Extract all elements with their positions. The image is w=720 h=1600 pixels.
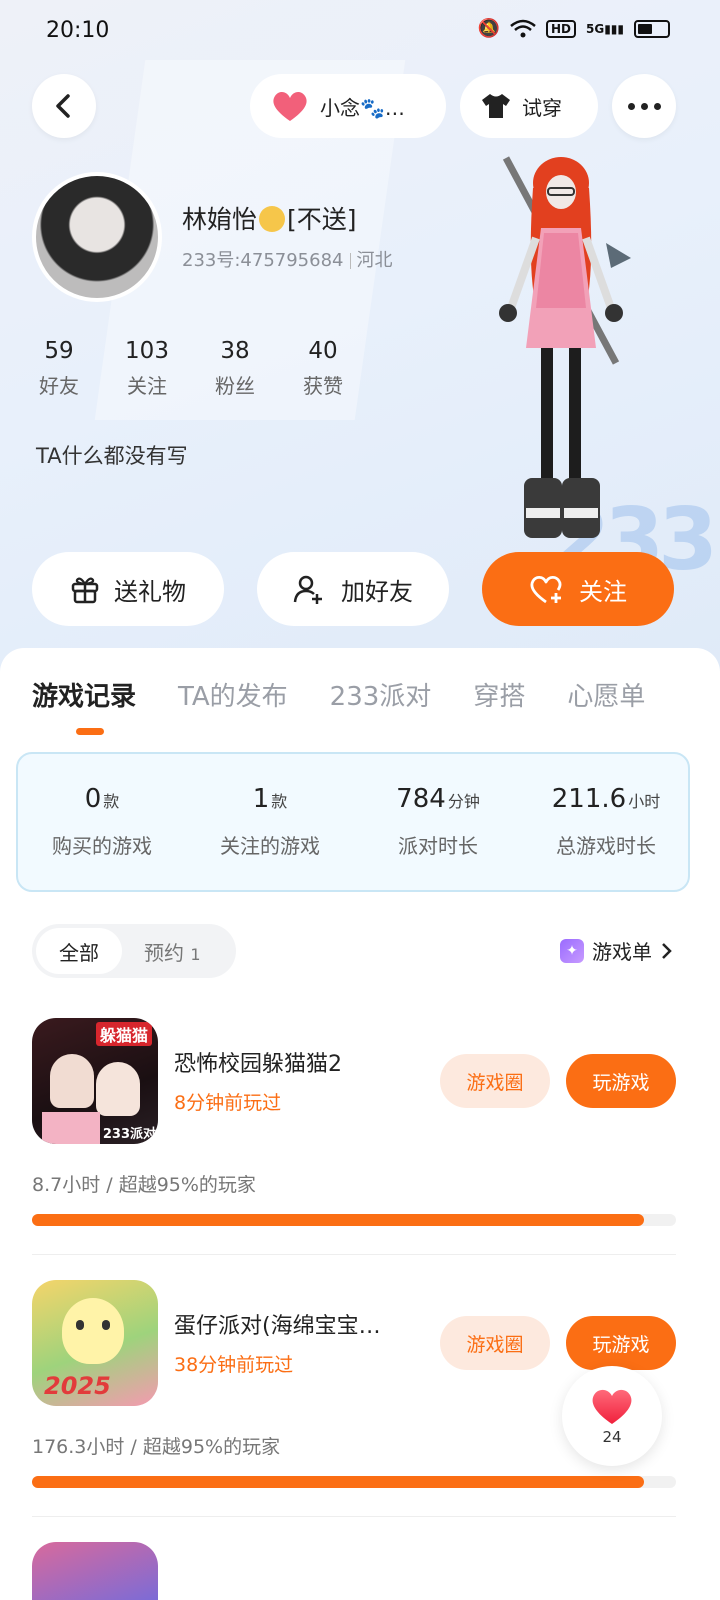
profile-region: 河北 — [356, 250, 393, 271]
chevron-right-icon — [662, 942, 672, 959]
game-title: 恐怖校园躲猫猫2 — [174, 1052, 342, 1077]
tshirt-icon — [482, 94, 510, 118]
tab-indicator — [76, 728, 104, 735]
filter-all[interactable]: 全部 — [36, 928, 122, 974]
try-on-label: 试穿 — [522, 95, 562, 120]
status-time: 20:10 — [46, 18, 110, 43]
avatar-character — [499, 156, 631, 538]
game-circle-button[interactable]: 游戏圈 — [440, 1316, 550, 1370]
signal-icon: 5G▮▮▮ — [585, 21, 624, 36]
status-bar: 20:10 🔕 HD 5G▮▮▮ — [0, 0, 720, 64]
game-list-label: 游戏单 — [592, 940, 652, 964]
game-summary-card: 0款 购买的游戏 1款 关注的游戏 784 分钟 派对时长 211.6 小时 总游戏… — [16, 752, 690, 892]
companion-label: 小念🐾… — [320, 95, 405, 120]
follow-button[interactable]: 关注 — [482, 552, 674, 626]
try-on-button[interactable]: 试穿 — [460, 74, 598, 138]
game-circle-button[interactable]: 游戏圈 — [440, 1054, 550, 1108]
game-thumbnail[interactable]: 躲猫猫 233派对 — [32, 1018, 158, 1144]
follow-label: 关注 — [579, 577, 627, 606]
game-hours: 176.3小时 / 超越95%的玩家 — [32, 1436, 281, 1458]
summary-purchased[interactable]: 0款 购买的游戏 — [18, 784, 186, 859]
add-friend-button[interactable]: 加好友 — [257, 552, 449, 626]
game-filter: 全部 预约 1 — [32, 924, 236, 978]
summary-followed[interactable]: 1款 关注的游戏 — [186, 784, 354, 859]
profile-id-region: 233号:475795684 河北 — [182, 246, 393, 272]
thumb-title-text: 躲猫猫 — [95, 1022, 152, 1046]
wifi-icon — [510, 19, 536, 37]
game-title: 蛋仔派对(海绵宝宝… — [174, 1314, 381, 1339]
heart-plus-icon — [530, 575, 562, 604]
tab-posts[interactable]: TA的发布 — [178, 676, 288, 713]
profile-bio: TA什么都没有写 — [36, 444, 188, 468]
unamused-emoji-icon — [259, 206, 286, 232]
companion-button[interactable]: 小念🐾… — [250, 74, 446, 138]
sparkle-icon: ✦ — [560, 938, 584, 963]
floating-like-button[interactable]: 24 — [562, 1366, 662, 1466]
game-progress-fill — [32, 1476, 644, 1488]
tab-party[interactable]: 233派对 — [330, 676, 432, 713]
send-gift-button[interactable]: 送礼物 — [32, 552, 224, 626]
game-thumbnail[interactable]: 2025 — [32, 1280, 158, 1406]
chevron-left-icon — [56, 94, 70, 118]
game-progress-bar — [32, 1476, 676, 1488]
game-hours: 8.7小时 / 超越95%的玩家 — [32, 1174, 256, 1196]
profile-name-suffix: [不送] — [287, 205, 357, 234]
summary-party-time[interactable]: 784 分钟 派对时长 — [354, 784, 522, 859]
summary-total-time[interactable]: 211.6 小时 总游戏时长 — [522, 784, 690, 859]
status-icons: 🔕 HD 5G▮▮▮ — [478, 18, 670, 39]
avatar[interactable] — [32, 172, 162, 302]
profile-name-text: 林姢怡 — [182, 205, 258, 234]
gift-icon — [71, 577, 99, 604]
like-count: 24 — [602, 1428, 622, 1446]
thumb-year-text: 2025 — [44, 1372, 111, 1400]
mute-icon: 🔕 — [477, 18, 500, 39]
hd-icon: HD — [545, 19, 576, 38]
divider — [32, 1254, 676, 1255]
add-friend-label: 加好友 — [341, 577, 413, 606]
game-item[interactable]: 躲猫猫 233派对 恐怖校园躲猫猫2 8分钟前玩过 游戏圈 玩游戏 8.7小时 … — [32, 1018, 680, 1248]
profile-id: 233号:475795684 — [182, 250, 344, 271]
divider — [32, 1516, 676, 1517]
more-dots-icon — [627, 102, 635, 110]
more-button[interactable] — [612, 74, 676, 138]
heart-icon — [592, 1389, 632, 1424]
tab-bar: 游戏记录 TA的发布 233派对 穿搭 心愿单 — [32, 676, 645, 713]
game-progress-bar — [32, 1214, 676, 1226]
game-last-played: 8分钟前玩过 — [174, 1092, 282, 1114]
tab-wishlist[interactable]: 心愿单 — [567, 676, 645, 713]
game-last-played: 38分钟前玩过 — [174, 1354, 294, 1376]
heart-icon — [273, 92, 307, 121]
stat-fans[interactable]: 38 粉丝 — [200, 338, 270, 399]
game-progress-fill — [32, 1214, 644, 1226]
stat-following[interactable]: 103 关注 — [112, 338, 182, 399]
tab-outfits[interactable]: 穿搭 — [473, 676, 525, 713]
stat-friends[interactable]: 59 好友 — [24, 338, 94, 399]
battery-icon — [634, 19, 670, 38]
stat-likes[interactable]: 40 获赞 — [288, 338, 358, 399]
add-user-icon — [293, 575, 322, 604]
send-gift-label: 送礼物 — [114, 577, 186, 606]
profile-name: 林姢怡 [不送] — [182, 200, 357, 236]
play-game-button[interactable]: 玩游戏 — [566, 1316, 676, 1370]
tab-game-records[interactable]: 游戏记录 — [32, 676, 136, 713]
game-thumbnail-partial[interactable] — [32, 1542, 158, 1600]
game-list-link[interactable]: ✦ 游戏单 — [560, 936, 672, 965]
play-game-button[interactable]: 玩游戏 — [566, 1054, 676, 1108]
thumb-badge-text: 233派对 — [102, 1127, 156, 1142]
filter-reserve[interactable]: 预约 1 — [144, 937, 201, 966]
back-button[interactable] — [32, 74, 96, 138]
